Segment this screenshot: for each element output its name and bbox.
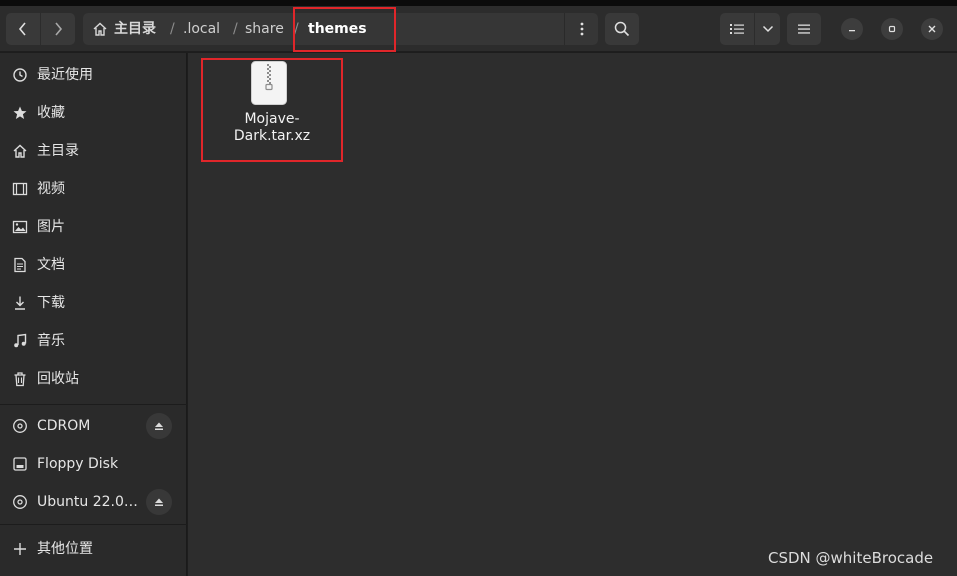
- minimize-button[interactable]: [841, 18, 863, 40]
- main-menu-button[interactable]: [787, 13, 821, 45]
- sidebar: 最近使用 收藏 主目录 视频 图片 文档 下载 音乐 回收站 CDROM Flo: [0, 53, 187, 576]
- recent-icon: [12, 67, 28, 83]
- search-icon: [614, 21, 630, 37]
- sidebar-item-label: Floppy Disk: [37, 456, 119, 472]
- view-list-button[interactable]: [720, 13, 754, 45]
- list-view-icon: [730, 24, 744, 34]
- music-icon: [12, 333, 28, 349]
- hamburger-icon: [798, 24, 810, 34]
- close-button[interactable]: [921, 18, 943, 40]
- sidebar-item-home[interactable]: 主目录: [0, 132, 187, 170]
- sidebar-item-label: 最近使用: [37, 67, 93, 83]
- sidebar-item-label: 下载: [37, 295, 65, 311]
- chevron-left-icon: [18, 22, 26, 36]
- breadcrumb-separator: /: [170, 21, 175, 37]
- sidebar-item-music[interactable]: 音乐: [0, 322, 187, 360]
- maximize-button[interactable]: [881, 18, 903, 40]
- drive-icon: [12, 456, 28, 472]
- sidebar-item-ubuntu[interactable]: Ubuntu 22.0…: [0, 483, 187, 521]
- highlight-box: [201, 58, 343, 162]
- sidebar-item-label: 收藏: [37, 105, 65, 121]
- sidebar-item-other-locations[interactable]: 其他位置: [0, 530, 187, 568]
- more-vertical-icon: [580, 22, 583, 36]
- sidebar-item-label: 文档: [37, 257, 65, 273]
- sidebar-item-recent[interactable]: 最近使用: [0, 56, 187, 94]
- forward-button[interactable]: [41, 13, 75, 45]
- eject-button[interactable]: [146, 413, 172, 439]
- home-icon: [12, 143, 28, 159]
- breadcrumb-home[interactable]: 主目录: [114, 13, 156, 45]
- chevron-right-icon: [55, 22, 63, 36]
- disc-icon: [12, 418, 28, 434]
- sidebar-divider: [0, 404, 187, 405]
- home-icon: [93, 22, 107, 36]
- sidebar-item-pictures[interactable]: 图片: [0, 208, 187, 246]
- highlight-box: [293, 7, 396, 52]
- sidebar-divider: [0, 524, 187, 525]
- document-icon: [12, 257, 28, 273]
- download-icon: [12, 295, 28, 311]
- sidebar-item-documents[interactable]: 文档: [0, 246, 187, 284]
- sidebar-item-starred[interactable]: 收藏: [0, 94, 187, 132]
- star-icon: [12, 105, 28, 121]
- view-options-dropdown[interactable]: [755, 13, 780, 45]
- sidebar-item-videos[interactable]: 视频: [0, 170, 187, 208]
- breadcrumb-local[interactable]: .local: [183, 13, 220, 45]
- eject-icon: [155, 498, 163, 506]
- back-button[interactable]: [6, 13, 40, 45]
- header-bar: 主目录 / .local / share / themes: [0, 6, 957, 52]
- sidebar-item-label: 图片: [37, 219, 65, 235]
- plus-icon: [12, 541, 28, 557]
- minimize-icon: [849, 30, 855, 32]
- breadcrumb-separator: /: [233, 21, 238, 37]
- breadcrumb-share[interactable]: share: [245, 13, 284, 45]
- path-menu-button[interactable]: [564, 13, 598, 45]
- picture-icon: [12, 219, 28, 235]
- sidebar-item-downloads[interactable]: 下载: [0, 284, 187, 322]
- sidebar-item-trash[interactable]: 回收站: [0, 360, 187, 398]
- sidebar-item-label: CDROM: [37, 418, 91, 434]
- disc-icon: [12, 494, 28, 510]
- sidebar-item-label: 回收站: [37, 371, 79, 387]
- eject-icon: [155, 422, 163, 430]
- chevron-down-icon: [762, 25, 773, 33]
- eject-button[interactable]: [146, 489, 172, 515]
- sidebar-item-label: 音乐: [37, 333, 65, 349]
- trash-icon: [12, 371, 28, 387]
- video-icon: [12, 181, 28, 197]
- sidebar-item-label: Ubuntu 22.0…: [37, 494, 138, 510]
- close-icon: [928, 25, 936, 33]
- maximize-icon: [888, 25, 896, 33]
- sidebar-item-label: 视频: [37, 181, 65, 197]
- sidebar-item-label: 其他位置: [37, 541, 93, 557]
- sidebar-item-floppy[interactable]: Floppy Disk: [0, 445, 187, 483]
- search-button[interactable]: [605, 13, 639, 45]
- sidebar-item-label: 主目录: [37, 143, 79, 159]
- watermark: CSDN @whiteBrocade: [768, 549, 934, 567]
- sidebar-item-cdrom[interactable]: CDROM: [0, 407, 187, 445]
